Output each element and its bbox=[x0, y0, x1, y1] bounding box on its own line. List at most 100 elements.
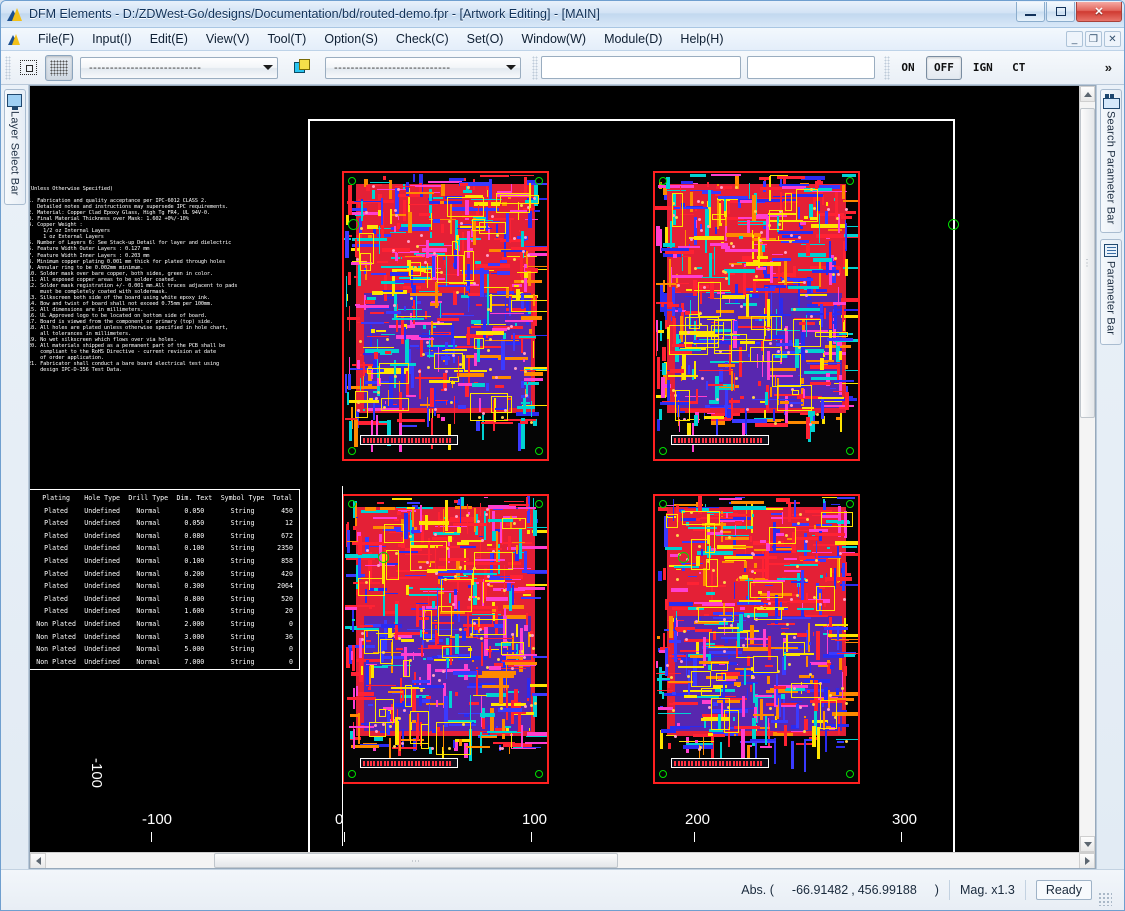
close-button[interactable]: ✕ bbox=[1076, 2, 1122, 22]
minimize-button[interactable] bbox=[1016, 2, 1045, 22]
drill-chart-cell: String bbox=[230, 594, 255, 603]
trace-segment bbox=[400, 256, 402, 260]
drill-chart-cell: Non Plated bbox=[36, 632, 76, 641]
trace-segment bbox=[844, 642, 858, 644]
trace-segment bbox=[778, 230, 813, 235]
title-bar: DFM Elements - D:/ZDWest-Go/designs/Docu… bbox=[1, 1, 1124, 28]
trace-segment bbox=[740, 199, 752, 204]
horizontal-scroll-thumb[interactable]: ⋯ bbox=[214, 853, 618, 868]
trace-segment bbox=[455, 691, 459, 696]
search-input-1[interactable] bbox=[541, 56, 741, 79]
silkscreen-outline bbox=[471, 218, 485, 232]
monitor-icon bbox=[7, 94, 22, 110]
pad bbox=[751, 675, 755, 679]
trace-segment bbox=[418, 696, 422, 707]
grid-tool-button[interactable] bbox=[45, 54, 73, 81]
state-off-button[interactable]: OFF bbox=[926, 55, 962, 80]
trace-segment bbox=[833, 382, 858, 384]
pcb-board-1[interactable] bbox=[342, 171, 549, 461]
mdi-minimize-button[interactable]: _ bbox=[1066, 31, 1083, 47]
dock-tab-layer-select-bar[interactable]: Layer Select Bar bbox=[3, 89, 26, 205]
artwork-canvas[interactable]: (Unless Otherwise Specified) 1. Fabricat… bbox=[30, 86, 1079, 852]
magnification-readout: Mag. x1.3 bbox=[959, 883, 1015, 897]
silkscreen-outline bbox=[796, 189, 819, 223]
toolbar-grip[interactable] bbox=[5, 55, 11, 80]
drill-chart-cell: Undefined bbox=[84, 582, 121, 591]
pcb-board-2[interactable] bbox=[653, 171, 860, 461]
horizontal-scroll-track[interactable]: ⋯ bbox=[46, 853, 1079, 868]
panel-fiducial bbox=[678, 552, 689, 563]
menu-item-input[interactable]: Input(I) bbox=[83, 29, 141, 49]
trace-segment bbox=[790, 700, 802, 702]
menu-item-set[interactable]: Set(O) bbox=[458, 29, 513, 49]
menu-item-view[interactable]: View(V) bbox=[197, 29, 259, 49]
vertical-scroll-track[interactable]: ⋮ bbox=[1080, 102, 1095, 836]
layers-button[interactable] bbox=[289, 55, 317, 81]
connector-pin bbox=[715, 437, 718, 443]
window-resize-grip[interactable] bbox=[1098, 892, 1112, 906]
pad bbox=[522, 249, 526, 253]
mdi-close-button[interactable]: ✕ bbox=[1104, 31, 1121, 47]
trace-segment bbox=[659, 408, 662, 421]
connector-pin bbox=[421, 437, 424, 443]
scroll-left-button[interactable] bbox=[30, 853, 46, 868]
trace-segment bbox=[352, 728, 355, 750]
toolbar-overflow-button[interactable]: » bbox=[1097, 60, 1120, 75]
toolbar-grip-2[interactable] bbox=[532, 55, 538, 80]
pad bbox=[805, 293, 809, 297]
scroll-up-button[interactable] bbox=[1080, 86, 1095, 102]
trace-segment bbox=[397, 223, 401, 230]
dock-tab-parameter-bar[interactable]: Parameter Bar bbox=[1099, 239, 1122, 345]
search-input-2[interactable] bbox=[747, 56, 875, 79]
scroll-right-button[interactable] bbox=[1079, 853, 1095, 868]
pad bbox=[812, 702, 816, 706]
menu-item-module[interactable]: Module(D) bbox=[595, 29, 671, 49]
h-scroll-thumb-grip: ⋯ bbox=[411, 855, 421, 865]
trace-segment bbox=[435, 700, 439, 707]
trace-segment bbox=[351, 744, 379, 748]
canvas-horizontal-scrollbar[interactable]: ⋯ bbox=[30, 852, 1095, 868]
trace-segment bbox=[787, 286, 819, 289]
trace-segment bbox=[468, 611, 502, 614]
trace-segment bbox=[669, 554, 678, 557]
canvas-vertical-scrollbar[interactable]: ⋮ bbox=[1079, 86, 1095, 852]
state-on-button[interactable]: ON bbox=[893, 56, 923, 80]
trace-segment bbox=[680, 657, 701, 661]
pcb-board-3[interactable] bbox=[342, 494, 549, 784]
trace-segment bbox=[479, 267, 484, 297]
toolbar-grip-3[interactable] bbox=[884, 55, 890, 80]
scroll-down-button[interactable] bbox=[1080, 836, 1095, 852]
selection-tool-button[interactable] bbox=[14, 55, 42, 81]
menu-item-check[interactable]: Check(C) bbox=[387, 29, 458, 49]
dock-tab-search-parameter-bar[interactable]: Search Parameter Bar bbox=[1099, 89, 1122, 234]
menu-item-option[interactable]: Option(S) bbox=[315, 29, 387, 49]
main-toolbar: --------------------------- ------------… bbox=[1, 51, 1124, 85]
trace-segment bbox=[701, 277, 725, 279]
menu-item-edit[interactable]: Edit(E) bbox=[141, 29, 197, 49]
maximize-button[interactable] bbox=[1046, 2, 1075, 22]
chevron-down-icon[interactable] bbox=[259, 58, 277, 78]
state-ct-button[interactable]: CT bbox=[1004, 56, 1034, 80]
trace-segment bbox=[771, 258, 791, 262]
silkscreen-outline bbox=[772, 353, 801, 387]
trace-segment bbox=[738, 236, 743, 239]
trace-segment bbox=[656, 419, 660, 431]
connector-pin bbox=[701, 760, 704, 766]
object-combo[interactable]: ---------------------------- bbox=[325, 56, 521, 79]
trace-segment bbox=[752, 229, 755, 235]
pcb-board-4[interactable] bbox=[653, 494, 860, 784]
menu-item-file[interactable]: File(F) bbox=[29, 29, 83, 49]
menu-item-tool[interactable]: Tool(T) bbox=[258, 29, 315, 49]
state-ign-button[interactable]: IGN bbox=[965, 56, 1001, 80]
trace-segment bbox=[520, 369, 536, 371]
mdi-restore-button[interactable]: ❐ bbox=[1085, 31, 1102, 47]
menu-item-help[interactable]: Help(H) bbox=[671, 29, 732, 49]
trace-segment bbox=[806, 655, 809, 667]
vertical-scroll-thumb[interactable]: ⋮ bbox=[1080, 108, 1095, 418]
menu-item-window[interactable]: Window(W) bbox=[512, 29, 595, 49]
trace-segment bbox=[363, 346, 395, 349]
drill-chart-cell: 0 bbox=[289, 657, 293, 666]
layer-combo[interactable]: --------------------------- bbox=[80, 56, 278, 79]
chevron-down-icon-2[interactable] bbox=[502, 58, 520, 78]
trace-segment bbox=[766, 542, 770, 552]
